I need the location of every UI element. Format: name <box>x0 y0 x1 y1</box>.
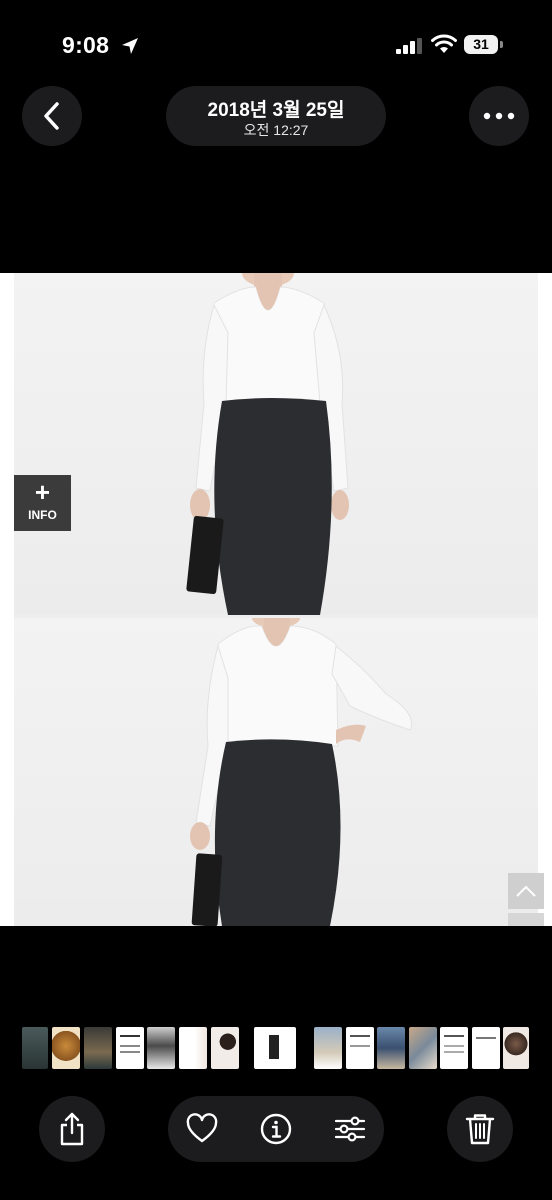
thumbnail[interactable] <box>472 1027 500 1069</box>
chevron-up-icon <box>516 885 536 897</box>
thumbnail[interactable] <box>377 1027 405 1069</box>
thumbnail[interactable] <box>116 1027 144 1069</box>
product-image-top <box>14 273 538 615</box>
photo-view[interactable]: + INFO <box>0 273 552 926</box>
thumbnail[interactable] <box>147 1027 175 1069</box>
scroll-top-button <box>508 873 544 909</box>
thumbnail[interactable] <box>22 1027 48 1069</box>
status-time: 9:08 <box>62 32 110 58</box>
more-button[interactable] <box>469 86 529 146</box>
thumbnail-strip[interactable] <box>0 1027 552 1071</box>
cellular-signal-icon <box>396 38 422 54</box>
thumbnail[interactable] <box>503 1027 529 1069</box>
info-badge-label: INFO <box>28 508 57 522</box>
thumbnail[interactable] <box>314 1027 342 1069</box>
scroll-bottom-button <box>508 913 544 926</box>
thumbnail-current[interactable] <box>254 1027 296 1069</box>
delete-button[interactable] <box>447 1096 513 1162</box>
share-icon <box>60 1112 84 1146</box>
photo-margin-left <box>0 273 14 926</box>
product-image-bottom <box>14 608 538 926</box>
photo-actions-pill <box>168 1096 384 1162</box>
model-figure-1 <box>186 273 349 615</box>
model-figure-2 <box>190 608 412 926</box>
battery-icon: 31 <box>464 35 504 55</box>
trash-icon <box>465 1114 495 1145</box>
status-bar: 9:08 31 <box>0 0 552 90</box>
thumbnail[interactable] <box>52 1027 80 1069</box>
info-icon[interactable] <box>260 1113 292 1145</box>
thumbnail[interactable] <box>409 1027 437 1069</box>
photo-time: 오전 12:27 <box>243 122 309 138</box>
thumbnail[interactable] <box>84 1027 112 1069</box>
photo-date-pill[interactable]: 2018년 3월 25일 오전 12:27 <box>166 86 386 146</box>
thumbnail[interactable] <box>211 1027 239 1069</box>
location-arrow-icon <box>122 38 138 54</box>
battery-level: 31 <box>473 36 489 52</box>
wifi-icon <box>431 34 457 53</box>
thumbnail[interactable] <box>440 1027 468 1069</box>
photo-date: 2018년 3월 25일 <box>207 100 345 121</box>
back-button[interactable] <box>22 86 82 146</box>
info-badge[interactable]: + INFO <box>14 475 71 531</box>
plus-icon: + <box>34 477 51 507</box>
heart-icon[interactable] <box>186 1113 218 1145</box>
thumbnail[interactable] <box>346 1027 374 1069</box>
sliders-icon[interactable] <box>334 1113 366 1145</box>
photo-margin-right <box>538 273 552 926</box>
share-button[interactable] <box>39 1096 105 1162</box>
ellipsis-icon <box>483 112 515 120</box>
thumbnail[interactable] <box>179 1027 207 1069</box>
chevron-left-icon <box>44 102 59 130</box>
